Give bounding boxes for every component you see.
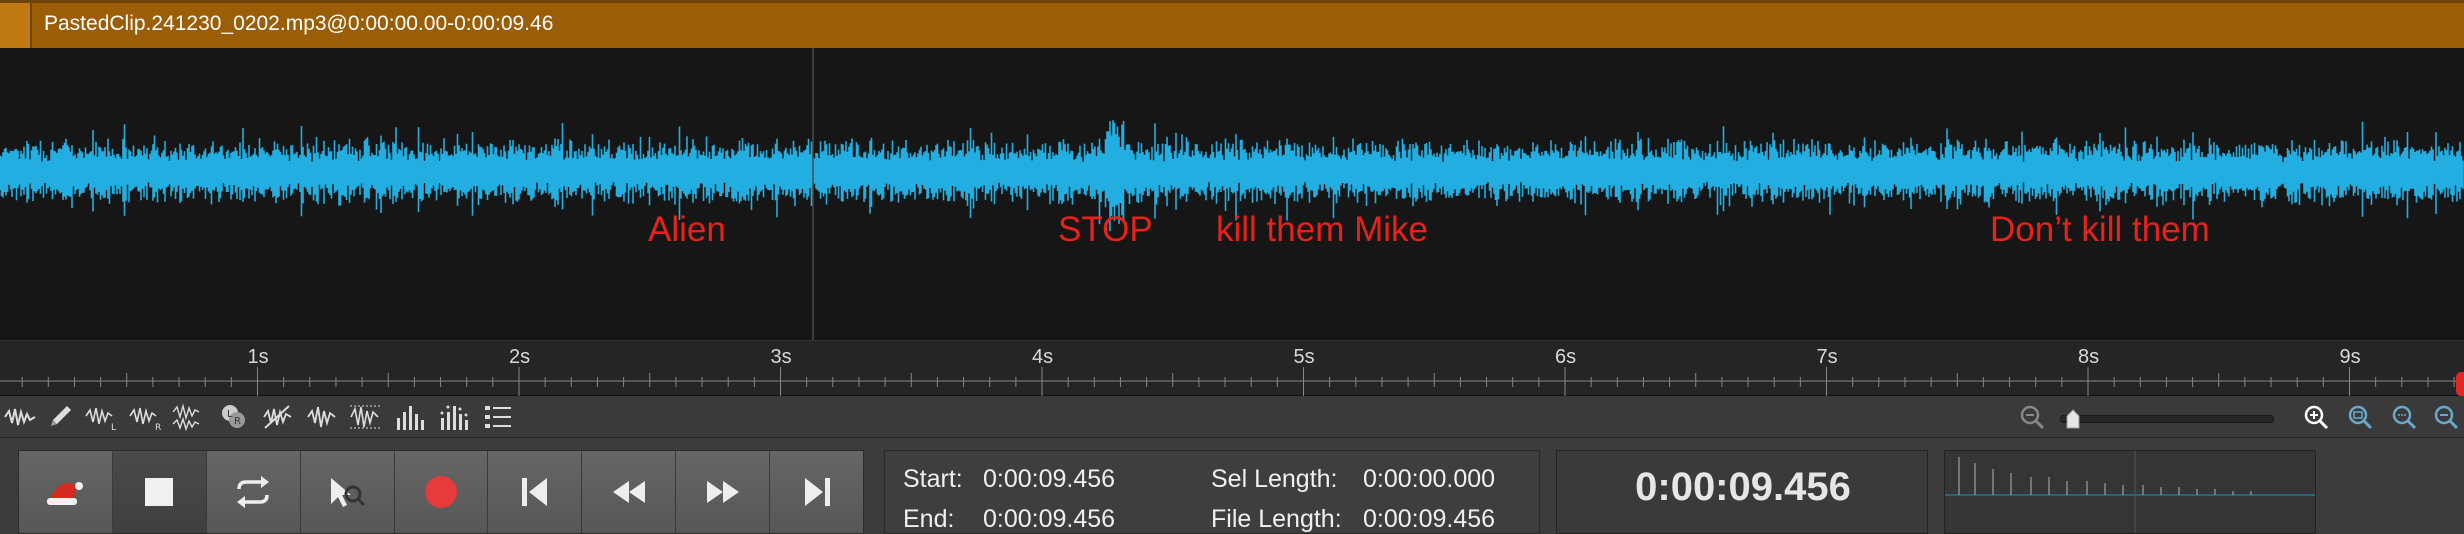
- zoom-in-icon[interactable]: [2296, 399, 2336, 435]
- marker-label-kill-them-mike: kill them Mike: [1216, 210, 1428, 249]
- ruler-tick-label: 5s: [1294, 346, 1315, 368]
- end-value[interactable]: 0:00:09.456: [983, 505, 1115, 534]
- stop-icon: [145, 478, 174, 506]
- selection-info: Start: 0:00:09.456 End: 0:00:09.456 Sel …: [884, 450, 1540, 534]
- zoom-slider-thumb[interactable]: [2066, 409, 2080, 429]
- time-ruler[interactable]: 1s 2s 3s 4s 5s 6s 7s 8s 9s: [0, 340, 2464, 397]
- transport-controls: [18, 450, 864, 534]
- skip-to-end-button[interactable]: [770, 451, 864, 533]
- noise-icon[interactable]: [258, 399, 298, 435]
- spectrum-left-icon[interactable]: L: [82, 399, 122, 435]
- ruler-tick-label: 1s: [248, 346, 269, 368]
- scrub-icon: [331, 478, 366, 507]
- overview-waveform: [1945, 451, 2315, 533]
- marker-label-dont-kill-them: Don’t kill them: [1990, 210, 2210, 249]
- fast-forward-button[interactable]: [676, 451, 771, 533]
- clip-header[interactable]: PastedClip.241230_0202.mp3@0:00:00.00-0:…: [0, 0, 2464, 48]
- start-value[interactable]: 0:00:09.456: [983, 465, 1115, 494]
- overview-meter[interactable]: [1944, 450, 2316, 534]
- svg-text:R: R: [234, 416, 241, 427]
- zoom-selection-icon[interactable]: [2384, 399, 2424, 435]
- ruler-tick-label: 8s: [2078, 346, 2099, 368]
- record-button[interactable]: [394, 451, 489, 533]
- waveform-area[interactable]: Alien STOP kill them Mike Don’t kill the…: [0, 48, 2464, 340]
- zoom-fit-icon[interactable]: [2340, 399, 2380, 435]
- clip-title: PastedClip.241230_0202.mp3@0:00:00.00-0:…: [44, 12, 554, 35]
- end-label: End:: [903, 505, 955, 533]
- ruler-tick-label: 2s: [509, 346, 530, 368]
- ruler-tick-label: 3s: [771, 346, 792, 368]
- rewind-button[interactable]: [582, 451, 677, 533]
- bars-icon[interactable]: [390, 399, 430, 435]
- skip-to-start-button[interactable]: [488, 451, 583, 533]
- waveform-grid-icon[interactable]: [346, 399, 386, 435]
- svg-text:L: L: [111, 423, 116, 432]
- santa-hat-play-icon: [47, 482, 84, 505]
- bottom-panel: Start: 0:00:09.456 End: 0:00:09.456 Sel …: [0, 438, 2464, 534]
- stop-button[interactable]: [112, 451, 207, 533]
- waveform: [0, 48, 2464, 340]
- svg-text:R: R: [155, 423, 161, 432]
- ruler-tick-label: 9s: [2340, 346, 2361, 368]
- loop-icon: [237, 476, 270, 508]
- scrub-button[interactable]: [300, 451, 395, 533]
- ruler-tick-label: 4s: [1032, 346, 1053, 368]
- spectrum-both-icon[interactable]: [170, 399, 210, 435]
- file-length-label: File Length:: [1211, 505, 1342, 533]
- fast-forward-icon: [706, 481, 739, 503]
- file-length-value: 0:00:09.456: [1363, 505, 1496, 533]
- view-toolbar: L R LR: [0, 396, 2464, 438]
- zoom-slider[interactable]: [2060, 415, 2274, 423]
- svg-text:L: L: [227, 409, 233, 420]
- pencil-icon[interactable]: [40, 399, 80, 435]
- list-icon[interactable]: [478, 399, 518, 435]
- waveform-view-icon[interactable]: [0, 399, 40, 435]
- clip-handle[interactable]: [0, 3, 32, 48]
- ruler-tick-label: 7s: [1817, 346, 1838, 368]
- spectrum-right-icon[interactable]: R: [126, 399, 166, 435]
- rewind-icon: [612, 481, 645, 503]
- loop-button[interactable]: [206, 451, 301, 533]
- waveform-small-icon[interactable]: [302, 399, 342, 435]
- skip-start-icon: [521, 478, 547, 506]
- start-label: Start:: [903, 465, 963, 493]
- marker-label-alien: Alien: [648, 210, 726, 249]
- time-display[interactable]: 0:00:09.456: [1556, 450, 1928, 534]
- sel-length-value[interactable]: 0:00:00.000: [1363, 465, 1495, 494]
- record-icon: [425, 476, 457, 508]
- zoom-out-icon[interactable]: [2012, 399, 2052, 435]
- skip-end-icon: [804, 478, 830, 506]
- playhead-marker[interactable]: [2456, 372, 2464, 396]
- zoom-full-icon[interactable]: [2428, 399, 2464, 435]
- sel-length-label: Sel Length:: [1211, 465, 1338, 493]
- marker-label-stop: STOP: [1058, 210, 1153, 249]
- channel-lr-icon[interactable]: LR: [214, 399, 254, 435]
- current-time: 0:00:09.456: [1635, 465, 1851, 509]
- play-button[interactable]: [19, 451, 113, 533]
- bars-dotted-icon[interactable]: [434, 399, 474, 435]
- ruler-tick-label: 6s: [1555, 346, 1576, 368]
- ruler-ticks: 1s 2s 3s 4s 5s 6s 7s 8s 9s: [0, 346, 2464, 397]
